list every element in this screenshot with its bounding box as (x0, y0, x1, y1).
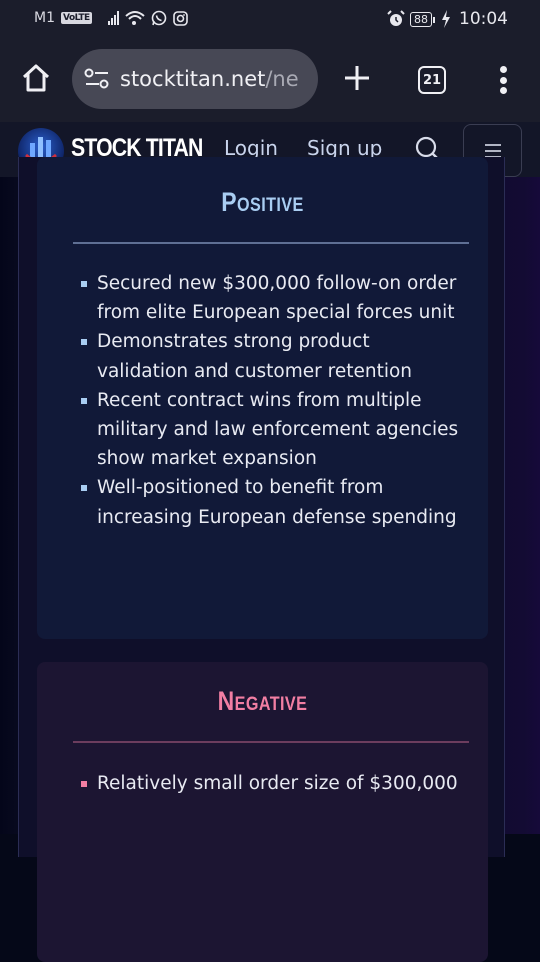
alarm-icon (387, 10, 405, 26)
page-content: Positive Secured new $300,000 follow-on … (0, 157, 540, 962)
address-bar[interactable]: stocktitan.net/ne (72, 49, 318, 109)
positive-card: Positive Secured new $300,000 follow-on … (37, 157, 488, 639)
url-host: stocktitan.net (120, 67, 266, 91)
negative-list: Relatively small order size of $300,000 (81, 769, 461, 798)
list-item: Relatively small order size of $300,000 (81, 769, 461, 798)
list-item: Recent contract wins from multiple milit… (81, 386, 461, 474)
bullet-square-icon (81, 485, 87, 492)
list-item: Well-positioned to benefit from increasi… (81, 473, 461, 531)
browser-toolbar: stocktitan.net/ne 21 (0, 38, 540, 122)
list-item: Demonstrates strong product validation a… (81, 327, 461, 385)
bullet-square-icon (81, 397, 87, 404)
carrier-label: M1 (34, 10, 55, 26)
positive-divider (73, 242, 469, 244)
charging-icon (442, 10, 450, 28)
site-settings-icon[interactable] (84, 68, 110, 90)
analysis-container: Positive Secured new $300,000 follow-on … (18, 157, 505, 962)
negative-divider (73, 741, 469, 743)
status-bar: M1 VoLTE 88 10:04 (0, 0, 540, 38)
positive-list: Secured new $300,000 follow-on order fro… (81, 269, 461, 532)
bullet-square-icon (81, 781, 87, 787)
signal-icon (107, 11, 119, 25)
negative-title: Negative (217, 686, 308, 716)
more-options-icon[interactable] (497, 66, 509, 94)
bullet-square-icon (81, 281, 87, 287)
wifi-icon (125, 11, 145, 25)
positive-title: Positive (221, 187, 304, 217)
list-item: Secured new $300,000 follow-on order fro… (81, 269, 461, 327)
negative-card: Negative Relatively small order size of … (37, 662, 488, 962)
whatsapp-icon (151, 10, 167, 26)
tab-switcher-button[interactable]: 21 (418, 66, 446, 94)
url-path: /ne (265, 67, 299, 91)
new-tab-icon[interactable] (343, 64, 371, 92)
instagram-icon (172, 10, 188, 26)
bullet-square-icon (81, 339, 87, 346)
home-icon[interactable] (20, 62, 52, 94)
battery-icon: 88 (410, 11, 435, 27)
volte-badge: VoLTE (61, 12, 92, 24)
clock: 10:04 (459, 9, 508, 29)
